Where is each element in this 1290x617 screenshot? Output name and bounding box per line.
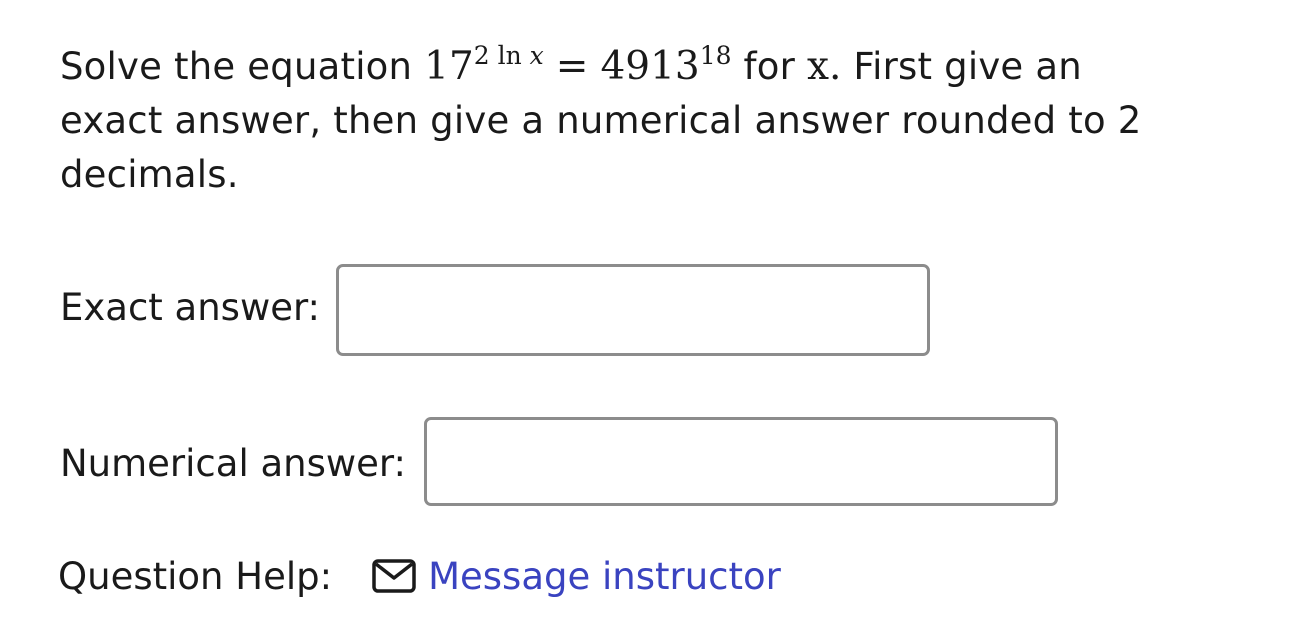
equation-exponent-variable: x: [529, 41, 544, 70]
numerical-answer-label: Numerical answer:: [60, 442, 406, 485]
question-intro: Solve the equation: [60, 45, 425, 88]
message-instructor-link[interactable]: Message instructor: [428, 555, 781, 598]
equation: 172 ln x = 491318: [424, 41, 732, 89]
mail-icon[interactable]: [372, 559, 416, 593]
question-text: Solve the equation 172 ln x = 491318 for x…: [60, 40, 1170, 202]
equation-rhs-base: 4913: [600, 44, 700, 89]
equation-rhs-exponent: 18: [699, 41, 732, 70]
equation-equals: =: [555, 44, 589, 89]
numerical-answer-input[interactable]: [424, 417, 1058, 506]
question-variable: x: [806, 44, 829, 89]
equation-exponent: 2 ln x: [474, 41, 544, 70]
exact-answer-input[interactable]: [336, 264, 930, 356]
equation-base: 17: [424, 44, 474, 89]
equation-exponent-text: 2 ln: [473, 41, 530, 70]
exact-answer-label: Exact answer:: [60, 286, 321, 329]
mail-icon-graphic: [372, 559, 416, 593]
question-help-row: Question Help: Message instructor: [58, 552, 781, 600]
question-for: for: [731, 45, 807, 88]
question-help-label: Question Help:: [58, 554, 333, 598]
question-period: .: [828, 44, 842, 89]
